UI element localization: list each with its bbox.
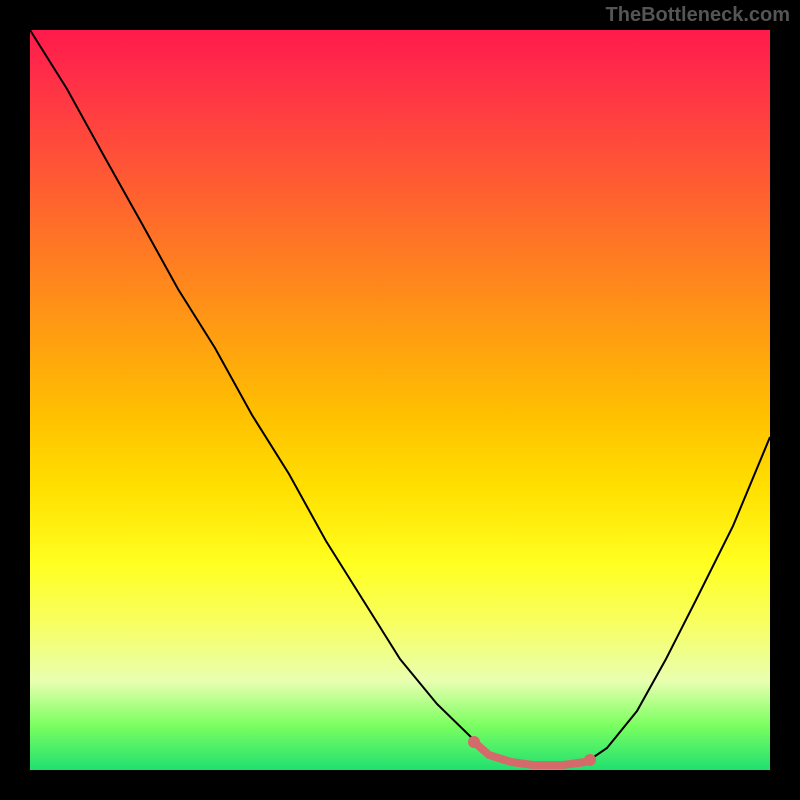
chart-svg: [30, 30, 770, 770]
bottleneck-curve-line: [30, 30, 770, 766]
watermark-text: TheBottleneck.com: [606, 4, 790, 27]
marker-start-dot: [468, 736, 480, 748]
chart-plot-area: [30, 30, 770, 770]
marker-end-dot: [584, 754, 596, 766]
optimal-range-marker: [474, 742, 585, 765]
